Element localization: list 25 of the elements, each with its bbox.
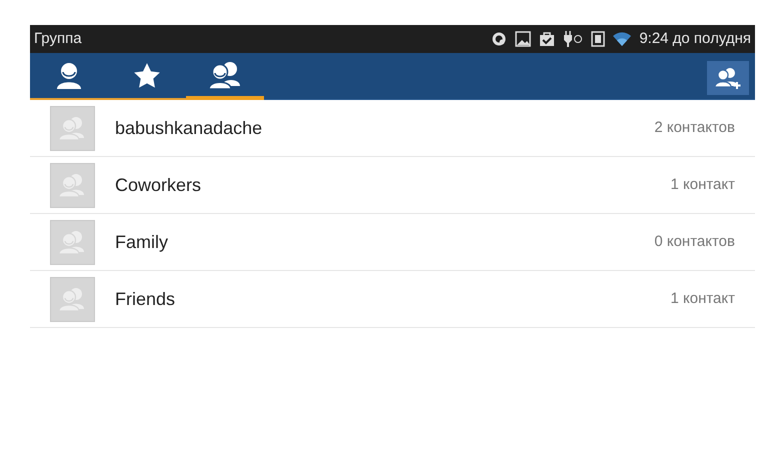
image-icon	[515, 31, 532, 47]
status-title: Группа	[34, 28, 82, 49]
group-icon	[208, 60, 242, 88]
person-icon	[55, 62, 83, 90]
group-avatar-icon	[50, 106, 95, 150]
star-icon	[133, 62, 161, 90]
contact-count: 0 контактов	[654, 232, 735, 252]
group-avatar-icon	[50, 276, 95, 322]
group-avatar-icon	[50, 220, 95, 264]
add-group-button[interactable]	[707, 61, 749, 95]
group-name: Family	[115, 230, 169, 254]
bag-check-icon	[539, 31, 556, 47]
sync-icon	[491, 31, 508, 47]
group-name: Coworkers	[115, 174, 202, 196]
group-name: Friends	[115, 288, 176, 310]
group-avatar-icon	[50, 162, 95, 208]
contact-count: 1 контакт	[670, 288, 735, 309]
wifi-icon	[613, 31, 632, 47]
status-time: 9:24 до полудня	[639, 28, 751, 49]
contact-count: 2 контактов	[654, 118, 735, 138]
add-group-icon	[713, 66, 743, 90]
sim-card-icon	[591, 31, 606, 47]
plug-icon	[563, 31, 584, 47]
group-name: babushkanadache	[115, 116, 264, 140]
contact-count: 1 контакт	[670, 174, 735, 195]
